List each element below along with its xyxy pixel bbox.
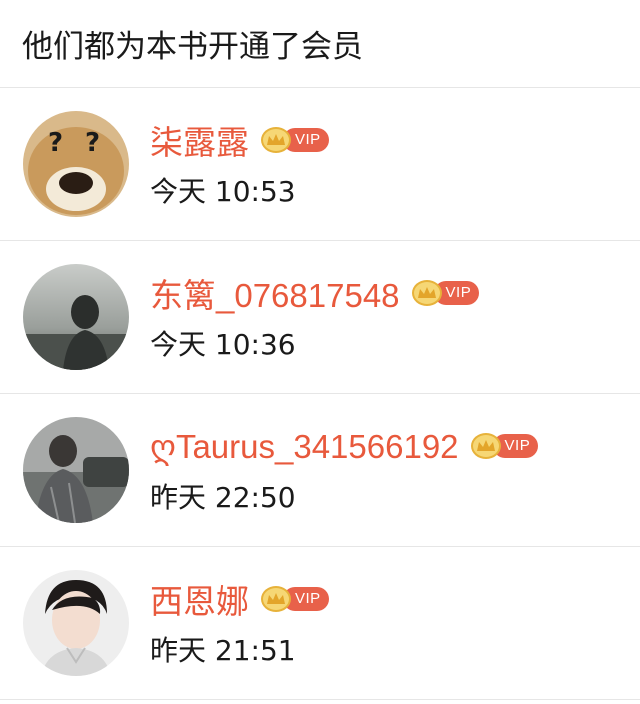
member-list: ? ? 柒露露 VIP 今天 10:53 东篱_076817548 VIP 今天… [0, 88, 640, 700]
member-name[interactable]: 西恩娜 [150, 575, 249, 623]
list-item[interactable]: 东篱_076817548 VIP 今天 10:36 [0, 241, 640, 394]
member-info: 柒露露 VIP 今天 10:53 [150, 118, 329, 210]
member-time: 昨天 22:50 [150, 481, 296, 514]
crown-icon [470, 433, 501, 459]
member-info: 西恩娜 VIP 昨天 21:51 [150, 577, 329, 669]
crown-icon [261, 586, 291, 612]
avatar[interactable] [23, 417, 129, 523]
member-info: ღTaurus_341566192 VIP 昨天 22:50 [150, 424, 539, 516]
vip-badge: VIP [261, 586, 329, 612]
member-time: 今天 10:36 [150, 328, 296, 361]
avatar[interactable] [23, 570, 129, 676]
list-item[interactable]: ? ? 柒露露 VIP 今天 10:53 [0, 88, 640, 241]
member-time: 今天 10:53 [150, 175, 296, 208]
svg-text:?: ? [85, 128, 100, 158]
page-title: 他们都为本书开通了会员 [0, 0, 640, 88]
page-title-text: 他们都为本书开通了会员 [22, 29, 363, 65]
member-name[interactable]: 柒露露 [150, 116, 249, 164]
vip-badge: VIP [261, 127, 329, 153]
list-item[interactable]: ღTaurus_341566192 VIP 昨天 22:50 [0, 394, 640, 547]
list-item[interactable]: 西恩娜 VIP 昨天 21:51 [0, 547, 640, 700]
avatar[interactable] [23, 264, 129, 370]
member-info: 东篱_076817548 VIP 今天 10:36 [150, 269, 480, 363]
member-time: 昨天 21:51 [150, 634, 296, 667]
vip-badge: VIP [470, 433, 539, 459]
svg-text:?: ? [48, 128, 63, 158]
crown-icon [411, 280, 442, 306]
member-name[interactable]: ღTaurus_341566192 [150, 427, 459, 466]
crown-icon [261, 127, 291, 153]
vip-badge: VIP [411, 280, 480, 306]
member-name[interactable]: 东篱_076817548 [150, 269, 400, 317]
avatar[interactable]: ? ? [23, 111, 129, 217]
